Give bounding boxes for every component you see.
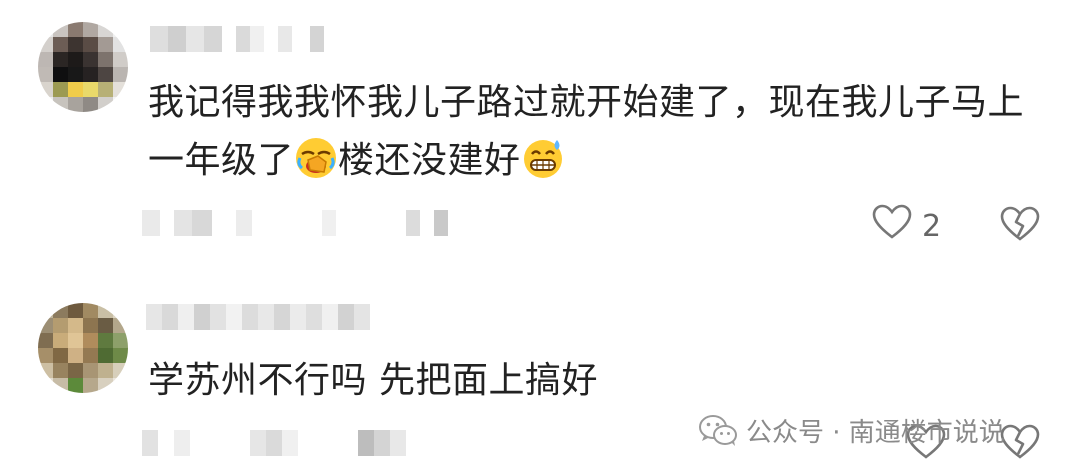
comment-text-line1: 学苏州不行吗 先把面上搞好 (148, 360, 598, 401)
avatar[interactable] (38, 303, 128, 393)
dislike-button[interactable] (1000, 424, 1040, 464)
comment-text: 我记得我我怀我儿子路过就开始建了，现在我儿子马上 一年级了 楼还没建好 (148, 74, 1024, 190)
broken-heart-outline-icon (1000, 206, 1040, 246)
avatar[interactable] (38, 22, 128, 112)
comment-text-line1: 我记得我我怀我儿子路过就开始建了，现在我儿子马上 (148, 82, 1025, 123)
comment-text: 学苏州不行吗 先把面上搞好 (148, 352, 598, 410)
wechat-icon (698, 414, 738, 448)
laughing-hand-emoji-icon (294, 136, 338, 180)
like-button[interactable]: 2 (872, 204, 941, 248)
comment-meta-blurred (142, 430, 406, 456)
comment-meta-blurred (142, 210, 448, 236)
comment-text-line2a: 一年级了 (148, 140, 295, 181)
grinning-sweat-emoji-icon (521, 136, 565, 180)
username-blurred[interactable] (146, 304, 370, 330)
username-blurred[interactable] (150, 26, 324, 52)
broken-heart-outline-icon (1000, 424, 1040, 464)
dislike-button[interactable] (1000, 206, 1040, 246)
watermark-text: 公众号 · 南通楼市说说 (746, 418, 1005, 448)
watermark: 公众号 · 南通楼市说说 (698, 412, 1005, 449)
comment-text-line2b: 楼还没建好 (338, 140, 521, 181)
heart-outline-icon (872, 204, 912, 248)
like-count: 2 (922, 208, 942, 244)
